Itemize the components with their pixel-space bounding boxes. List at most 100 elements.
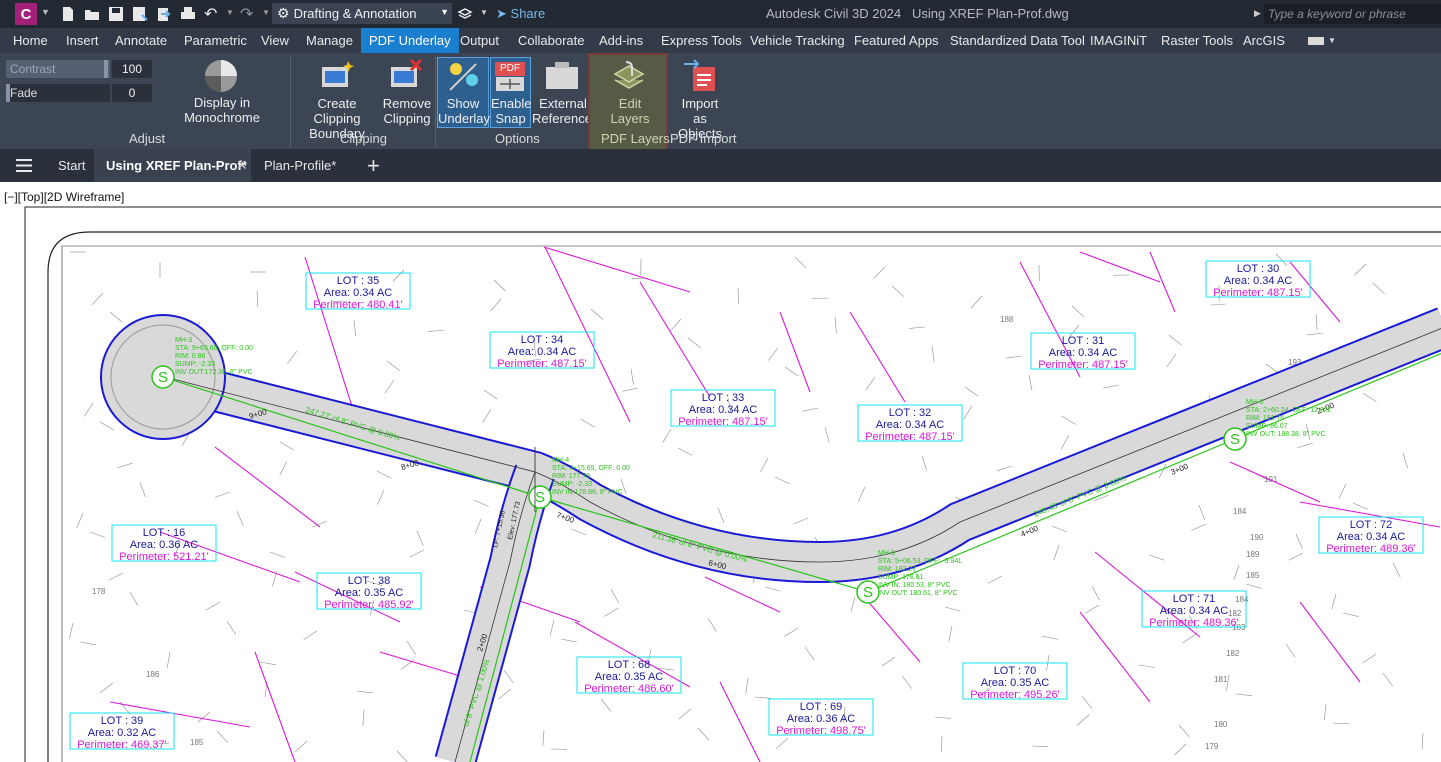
external-references-button[interactable]: External References [532, 96, 598, 126]
manhole-callout: SUMP: -2.33 [175, 361, 215, 368]
workspace-select[interactable]: ⚙ Drafting & Annotation ▼ [272, 3, 452, 24]
contrast-slider-handle[interactable] [104, 60, 108, 78]
redo-dropdown-icon[interactable]: ▼ [262, 8, 270, 17]
plot-icon[interactable] [180, 6, 196, 22]
contour-segment [941, 735, 943, 753]
tab-parametric[interactable]: Parametric [184, 28, 247, 53]
contour-segment [1168, 334, 1182, 346]
contrast-value-input[interactable]: 100 [112, 60, 152, 78]
contour-segment [764, 586, 781, 592]
contour-segment [697, 727, 709, 741]
contour-segment [1028, 374, 1033, 391]
contour-segment [1288, 552, 1304, 561]
tab-raster-tools[interactable]: Raster Tools [1161, 28, 1233, 53]
contour-segment [1307, 332, 1324, 336]
contour-label: 184 [1235, 595, 1249, 604]
save-icon[interactable] [108, 6, 124, 22]
manhole-callout: STA: 7+15.69, OFF: 0.00 [552, 465, 630, 472]
edit-layers-button[interactable]: Edit Layers [600, 96, 660, 126]
remove-clipping-button[interactable]: Remove Clipping [382, 96, 432, 126]
tab-insert[interactable]: Insert [66, 28, 99, 53]
import-as-objects-icon[interactable] [683, 59, 717, 93]
tab-pdf-underlay[interactable]: PDF Underlay [361, 28, 459, 53]
tab-vehicle-tracking[interactable]: Vehicle Tracking [750, 28, 845, 53]
drawing-canvas[interactable]: 1881931911901891851841831821811801791781… [0, 182, 1441, 762]
contour-segment [1297, 442, 1314, 448]
search-input[interactable]: Type a keyword or phrase [1264, 4, 1441, 24]
contour-segment [775, 737, 789, 749]
contour-segment [662, 428, 672, 443]
lot-label-perimeter: Perimeter: 489.36' [1149, 617, 1239, 629]
open-web-icon[interactable] [156, 6, 172, 22]
search-expand-icon[interactable]: ▶ [1254, 8, 1261, 19]
create-clipping-icon[interactable] [320, 59, 354, 91]
enable-snap-button[interactable]: PDF Enable Snap [490, 57, 531, 128]
lot-line [1299, 601, 1361, 683]
contour-segment [1285, 643, 1296, 658]
contour-segment [1362, 392, 1377, 402]
tab-imaginit[interactable]: IMAGINiT [1090, 28, 1147, 53]
tab-standardized-data-tool[interactable]: Standardized Data Tool [950, 28, 1085, 53]
contour-segment [1060, 434, 1070, 450]
fade-value-input[interactable]: 0 [112, 84, 152, 102]
new-tab-plus-icon[interactable]: + [367, 153, 380, 179]
tab-home[interactable]: Home [13, 28, 48, 53]
lot-line [849, 311, 906, 403]
app-menu-chevron-icon[interactable]: ▼ [41, 7, 50, 17]
tab-express-tools[interactable]: Express Tools [661, 28, 742, 53]
tab-annotate[interactable]: Annotate [115, 28, 167, 53]
drawing-viewport[interactable]: [−][Top][2D Wireframe] 188 193 191 190 189 18… [0, 182, 1441, 762]
contour-segment [717, 507, 725, 523]
remove-clipping-icon[interactable] [389, 59, 423, 91]
workspace-label: Drafting & Annotation [293, 6, 417, 21]
new-file-icon[interactable] [60, 6, 76, 22]
tab-manage[interactable]: Manage [306, 28, 353, 53]
contour-segment [1006, 355, 1023, 359]
contour-segment [428, 329, 445, 332]
lot-label-number: LOT : 35 [337, 275, 380, 287]
monochrome-icon[interactable] [203, 58, 239, 94]
contrast-slider[interactable]: Contrast [6, 60, 110, 78]
edit-layers-icon[interactable] [612, 60, 646, 92]
redo-icon[interactable]: ↷ [240, 4, 253, 24]
tab-output[interactable]: Output [460, 28, 499, 53]
open-folder-icon[interactable] [84, 6, 100, 22]
lot-label-perimeter: Perimeter: 495.26' [970, 689, 1060, 701]
fade-slider-handle[interactable] [6, 84, 10, 102]
tab-arcgis[interactable]: ArcGIS [1243, 28, 1285, 53]
contour-segment [590, 308, 604, 320]
ribbon-minimize-icon[interactable] [1308, 37, 1324, 45]
fade-slider[interactable]: Fade [6, 84, 110, 102]
tab-add-ins[interactable]: Add-ins [599, 28, 643, 53]
undo-icon[interactable]: ↶ [204, 4, 217, 24]
document-tab-active[interactable]: Using XREF Plan-Prof* ✕ [94, 149, 251, 182]
contour-segment [1342, 612, 1359, 617]
show-underlay-button[interactable]: Show Underlay [437, 57, 490, 128]
close-tab-icon[interactable]: ✕ [236, 157, 248, 174]
contour-segment [473, 499, 489, 507]
window-title: Autodesk Civil 3D 2024 Using XREF Plan-P… [766, 6, 1069, 21]
customize-dropdown-icon[interactable]: ▼ [480, 8, 488, 17]
ribbon-options-dropdown-icon[interactable]: ▼ [1328, 36, 1336, 45]
lot-label-number: LOT : 70 [994, 665, 1037, 677]
tab-view[interactable]: View [261, 28, 289, 53]
contour-segment [503, 669, 514, 684]
tab-collaborate[interactable]: Collaborate [518, 28, 585, 53]
contour-segment [205, 601, 221, 611]
tab-plan-profile[interactable]: Plan-Profile* [264, 158, 336, 173]
layers-icon[interactable] [457, 6, 473, 22]
app-logo-icon[interactable]: C [15, 3, 37, 25]
tab-featured-apps[interactable]: Featured Apps [854, 28, 939, 53]
external-references-icon[interactable] [545, 61, 579, 91]
tab-start[interactable]: Start [58, 158, 85, 173]
save-as-icon[interactable] [132, 6, 148, 22]
contour-label: 188 [1000, 315, 1014, 324]
lot-line [779, 311, 811, 393]
display-in-monochrome-button[interactable]: Display in Monochrome [157, 95, 287, 125]
contour-segment [214, 491, 231, 498]
sheet-inner-border-2 [61, 245, 1441, 762]
share-button[interactable]: ➤ Share [496, 6, 545, 22]
undo-dropdown-icon[interactable]: ▼ [226, 8, 234, 17]
manhole-callout: RIM: 182.27 [878, 566, 916, 573]
hamburger-menu-icon[interactable] [16, 159, 32, 172]
